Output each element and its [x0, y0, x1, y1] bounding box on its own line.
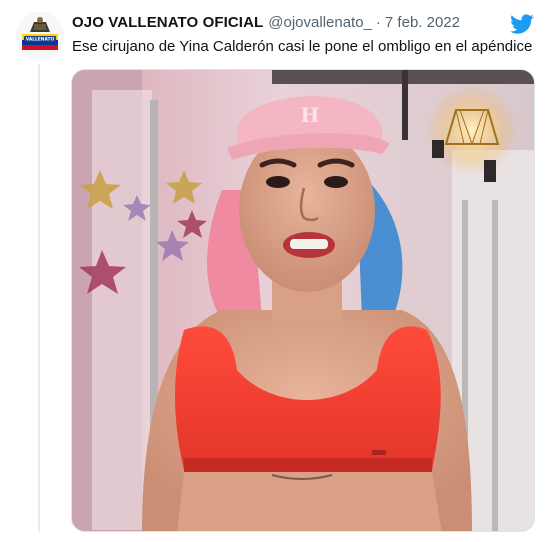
tweet-date[interactable]: 7 feb. 2022	[385, 14, 460, 31]
tweet-media-photo[interactable]: H	[71, 69, 535, 532]
twitter-bird-icon[interactable]	[510, 12, 534, 36]
profile-avatar[interactable]: VALLENATO	[16, 12, 64, 60]
tweet-card[interactable]: VALLENATO OJO VALLENATO OFICIAL @ojovall…	[0, 0, 552, 542]
thread-line	[38, 64, 40, 532]
display-name[interactable]: OJO VALLENATO OFICIAL	[72, 14, 263, 31]
tweet-header: OJO VALLENATO OFICIAL @ojovallenato_ · 7…	[72, 14, 512, 34]
separator-dot: ·	[375, 14, 381, 31]
photo-illustration: H	[72, 70, 534, 531]
ojo-vallenato-logo-icon: VALLENATO	[16, 12, 64, 60]
avatar-logo-text: VALLENATO	[26, 37, 55, 43]
cap-emblem: H	[301, 103, 320, 127]
user-handle[interactable]: @ojovallenato_	[268, 14, 372, 31]
tweet-text: Ese cirujano de Yina Calderón casi le po…	[72, 38, 533, 55]
